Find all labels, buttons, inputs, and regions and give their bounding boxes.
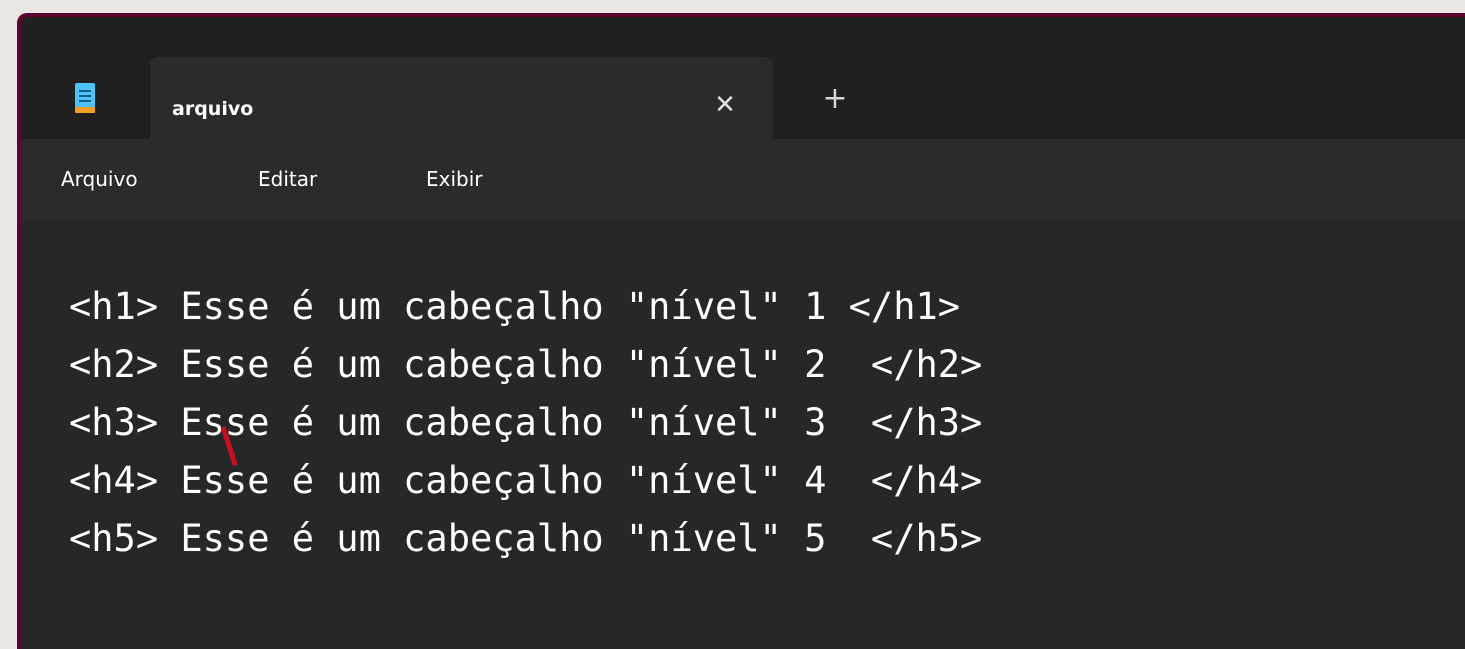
- editor-line-3: <h3> Esse é um cabeçalho "nível" 3 </h3>: [69, 401, 983, 444]
- notepad-icon: [75, 83, 95, 113]
- editor-line-4: <h4> Esse é um cabeçalho "nível" 4 </h4>: [69, 459, 983, 502]
- menu-bar: Arquivo Editar Exibir: [21, 139, 1465, 221]
- editor-line-1: <h1> Esse é um cabeçalho "nível" 1 </h1>: [69, 285, 961, 328]
- text-editor[interactable]: <h1> Esse é um cabeçalho "nível" 1 </h1>…: [21, 221, 1465, 649]
- tab-title: arquivo: [172, 98, 254, 120]
- editor-line-5: <h5> Esse é um cabeçalho "nível" 5 </h5>: [69, 517, 983, 560]
- close-icon[interactable]: ✕: [707, 87, 743, 123]
- menu-item-arquivo[interactable]: Arquivo: [61, 167, 138, 191]
- screenshot-frame: arquivo ✕ + Arquivo Editar Exibir <h1> E…: [0, 0, 1465, 649]
- menu-item-editar[interactable]: Editar: [258, 167, 317, 191]
- title-bar: arquivo ✕ +: [21, 17, 1465, 143]
- menu-item-exibir[interactable]: Exibir: [426, 167, 483, 191]
- editor-line-2: <h2> Esse é um cabeçalho "nível" 2 </h2>: [69, 343, 983, 386]
- tab-arquivo[interactable]: arquivo ✕: [150, 57, 773, 143]
- notepad-window: arquivo ✕ + Arquivo Editar Exibir <h1> E…: [21, 17, 1465, 649]
- plus-icon[interactable]: +: [817, 81, 853, 117]
